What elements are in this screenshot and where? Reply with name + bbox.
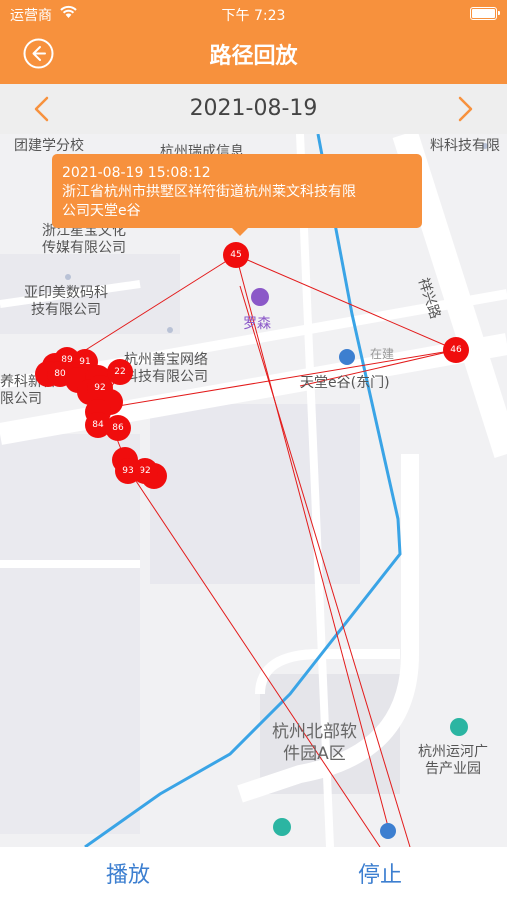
next-day-button[interactable] <box>453 94 477 124</box>
map-label-luosen: 罗森 <box>243 316 271 332</box>
map-label-canal: 杭州运河广 告产业园 <box>418 744 488 777</box>
stop-button[interactable]: 停止 <box>330 857 430 889</box>
map-label-shanbao: 杭州善宝网络 科技有限公司 <box>124 352 208 385</box>
date-label: 2021-08-19 <box>189 96 318 121</box>
map-label-school: 团建学分校 <box>14 138 84 154</box>
map-label-north-park: 杭州北部软 件园A区 <box>272 722 357 764</box>
battery-icon <box>470 7 500 20</box>
map-label-culture: 浙江星宝文化 传媒有限公司 <box>42 223 126 256</box>
info-address: 浙江省杭州市拱墅区祥符街道杭州莱文科技有限 公司天堂e谷 <box>62 184 356 219</box>
page-title: 路径回放 <box>209 44 298 69</box>
map-label-tiantang: 天堂e谷(东门) <box>300 375 390 391</box>
route-marker[interactable]: 45 <box>223 242 249 268</box>
route-marker[interactable]: 93 <box>115 458 141 484</box>
route-marker[interactable]: 46 <box>443 337 469 363</box>
date-navigation: 2021-08-19 <box>0 84 507 134</box>
map-label-zaijian: 在建 <box>370 347 395 361</box>
playback-controls: 播放 停止 <box>0 847 507 900</box>
map-view[interactable]: 团建学分校 杭州瑞成信息 料科技有限 浙江星宝文化 传媒有限公司 亚印美数码科 … <box>0 134 507 847</box>
status-time: 下午 7:23 <box>221 8 286 24</box>
app-header: 运营商 下午 7:23 路径回放 <box>0 0 507 84</box>
map-label-tech-top-right: 料科技有限 <box>430 138 500 154</box>
route-marker[interactable]: 86 <box>105 415 131 441</box>
status-bar: 运营商 下午 7:23 <box>0 0 507 28</box>
info-time: 2021-08-19 15:08:12 <box>62 165 211 181</box>
location-info-window: 2021-08-19 15:08:12 浙江省杭州市拱墅区祥符街道杭州莱文科技有… <box>52 154 422 236</box>
play-button[interactable]: 播放 <box>78 857 178 889</box>
map-label-yayin: 亚印美数码科 技有限公司 <box>24 285 108 318</box>
